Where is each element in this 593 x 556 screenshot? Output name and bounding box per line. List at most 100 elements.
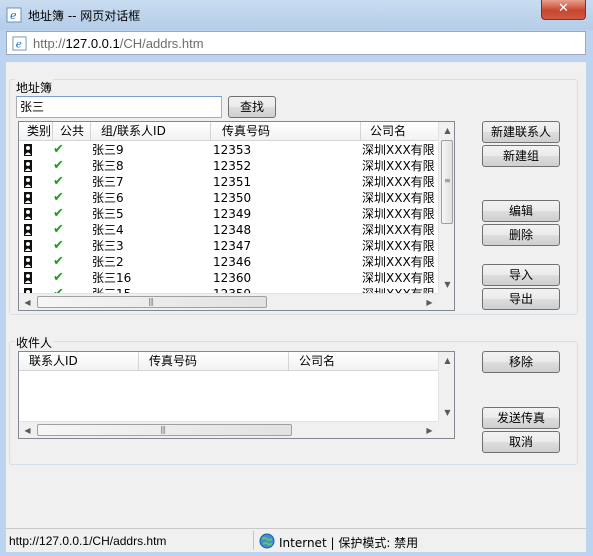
table-row[interactable]: ✔ 张三5 12349 深圳XXX有限 — [19, 206, 454, 222]
column-header-id[interactable]: 组/联系人ID — [91, 122, 211, 141]
scrollbar-corner — [438, 421, 454, 438]
fax-number: 12348 — [213, 223, 252, 237]
column-header-public[interactable]: 公共 — [53, 122, 91, 141]
search-input[interactable]: 张三 — [16, 96, 222, 118]
title-bar: e 地址簿 -- 网页对话框 ✕ — [0, 0, 593, 30]
company-name: 深圳XXX有限 — [362, 143, 435, 157]
scroll-thumb[interactable]: ≡ — [441, 140, 453, 224]
cancel-button[interactable]: 取消 — [482, 431, 560, 453]
delete-button[interactable]: 删除 — [482, 224, 560, 246]
contacts-horizontal-scrollbar[interactable]: ◀ ||| ▶ — [19, 293, 438, 310]
new-contact-button[interactable]: 新建联系人 — [482, 121, 560, 143]
recipients-horizontal-scrollbar[interactable]: ◀ ||| ▶ — [19, 421, 438, 438]
public-checkmark: ✔ — [53, 222, 64, 237]
recipients-list[interactable]: 联系人ID 传真号码 公司名 ▲ ▼ ◀ ||| ▶ — [18, 351, 455, 439]
column-header-company[interactable]: 公司名 — [361, 122, 439, 141]
table-row[interactable]: ✔ 张三6 12350 深圳XXX有限 — [19, 190, 454, 206]
column-header-contact-id[interactable]: 联系人ID — [19, 352, 139, 371]
fax-number: 12347 — [213, 239, 252, 253]
scrollbar-corner — [438, 293, 454, 310]
send-fax-button[interactable]: 发送传真 — [482, 407, 560, 429]
ie-page-icon: e — [12, 36, 27, 51]
contact-id: 张三3 — [92, 239, 124, 253]
scroll-down-arrow[interactable]: ▼ — [439, 404, 454, 421]
fax-number: 12350 — [213, 191, 252, 205]
company-name: 深圳XXX有限 — [362, 207, 435, 221]
recipients-list-header: 联系人ID 传真号码 公司名 — [19, 352, 439, 371]
contacts-list-header: 类别 公共 组/联系人ID 传真号码 公司名 — [19, 122, 439, 141]
address-host: 127.0.0.1 — [65, 36, 120, 51]
scroll-up-arrow[interactable]: ▲ — [439, 352, 454, 369]
column-header-company[interactable]: 公司名 — [289, 352, 439, 371]
scroll-thumb-horizontal[interactable]: ||| — [37, 424, 292, 436]
fax-number: 12353 — [213, 143, 252, 157]
scroll-left-arrow[interactable]: ◀ — [19, 294, 36, 310]
scroll-left-arrow[interactable]: ◀ — [19, 422, 36, 438]
company-name: 深圳XXX有限 — [362, 271, 435, 285]
company-name: 深圳XXX有限 — [362, 239, 435, 253]
status-url: http://127.0.0.1/CH/addrs.htm — [9, 534, 167, 548]
contacts-list[interactable]: 类别 公共 组/联系人ID 传真号码 公司名 ✔ 张三9 12353 深圳XXX有限 ✔… — [18, 121, 455, 311]
security-zone: Internet | 保护模式: 禁用 — [279, 536, 419, 550]
table-row[interactable]: ✔ 张三4 12348 深圳XXX有限 — [19, 222, 454, 238]
recipients-group-label: 收件人 — [15, 334, 54, 351]
contact-id: 张三8 — [92, 159, 124, 173]
contact-id: 张三16 — [92, 271, 132, 285]
scroll-up-arrow[interactable]: ▲ — [439, 122, 454, 139]
remove-button[interactable]: 移除 — [482, 351, 560, 373]
contact-card-icon — [24, 224, 32, 236]
svg-text:e: e — [16, 38, 22, 50]
status-divider — [253, 531, 254, 550]
svg-text:e: e — [10, 9, 17, 22]
column-header-type[interactable]: 类别 — [19, 122, 53, 141]
edit-button[interactable]: 编辑 — [482, 200, 560, 222]
fax-number: 12346 — [213, 255, 252, 269]
address-bar: e http://127.0.0.1/CH/addrs.htm — [6, 31, 586, 55]
close-button[interactable]: ✕ — [541, 0, 586, 20]
contact-card-icon — [24, 272, 32, 284]
window-title: 地址簿 -- 网页对话框 — [28, 9, 141, 23]
company-name: 深圳XXX有限 — [362, 223, 435, 237]
company-name: 深圳XXX有限 — [362, 175, 435, 189]
table-row[interactable]: ✔ 张三2 12346 深圳XXX有限 — [19, 254, 454, 270]
public-checkmark: ✔ — [53, 238, 64, 253]
scroll-thumb-horizontal[interactable]: ||| — [37, 296, 267, 308]
fax-number: 12360 — [213, 271, 252, 285]
export-button[interactable]: 导出 — [482, 288, 560, 310]
public-checkmark: ✔ — [53, 206, 64, 221]
table-row[interactable]: ✔ 张三16 12360 深圳XXX有限 — [19, 270, 454, 286]
public-checkmark: ✔ — [53, 174, 64, 189]
company-name: 深圳XXX有限 — [362, 159, 435, 173]
scroll-right-arrow[interactable]: ▶ — [421, 422, 438, 438]
public-checkmark: ✔ — [53, 142, 64, 157]
contact-card-icon — [24, 176, 32, 188]
public-checkmark: ✔ — [53, 254, 64, 269]
contact-id: 张三2 — [92, 255, 124, 269]
column-header-fax[interactable]: 传真号码 — [139, 352, 289, 371]
table-row[interactable]: ✔ 张三9 12353 深圳XXX有限 — [19, 142, 454, 158]
public-checkmark: ✔ — [53, 270, 64, 285]
scroll-right-arrow[interactable]: ▶ — [421, 294, 438, 310]
search-button[interactable]: 查找 — [228, 96, 276, 118]
table-row[interactable]: ✔ 张三3 12347 深圳XXX有限 — [19, 238, 454, 254]
globe-icon — [259, 533, 275, 549]
scroll-down-arrow[interactable]: ▼ — [439, 276, 454, 293]
public-checkmark: ✔ — [53, 158, 64, 173]
status-bar: http://127.0.0.1/CH/addrs.htm Internet |… — [6, 528, 586, 552]
contacts-vertical-scrollbar[interactable]: ▲ ≡ ▼ — [438, 122, 454, 293]
fax-number: 12351 — [213, 175, 252, 189]
table-row[interactable]: ✔ 张三8 12352 深圳XXX有限 — [19, 158, 454, 174]
recipients-vertical-scrollbar[interactable]: ▲ ▼ — [438, 352, 454, 421]
contact-card-icon — [24, 144, 32, 156]
table-row[interactable]: ✔ 张三7 12351 深圳XXX有限 — [19, 174, 454, 190]
import-button[interactable]: 导入 — [482, 264, 560, 286]
contact-id: 张三4 — [92, 223, 124, 237]
contact-card-icon — [24, 208, 32, 220]
contact-id: 张三7 — [92, 175, 124, 189]
contact-card-icon — [24, 256, 32, 268]
contact-card-icon — [24, 160, 32, 172]
new-group-button[interactable]: 新建组 — [482, 145, 560, 167]
ie-page-icon: e — [6, 7, 22, 23]
address-url: http://127.0.0.1/CH/addrs.htm — [33, 36, 204, 51]
column-header-fax[interactable]: 传真号码 — [211, 122, 361, 141]
